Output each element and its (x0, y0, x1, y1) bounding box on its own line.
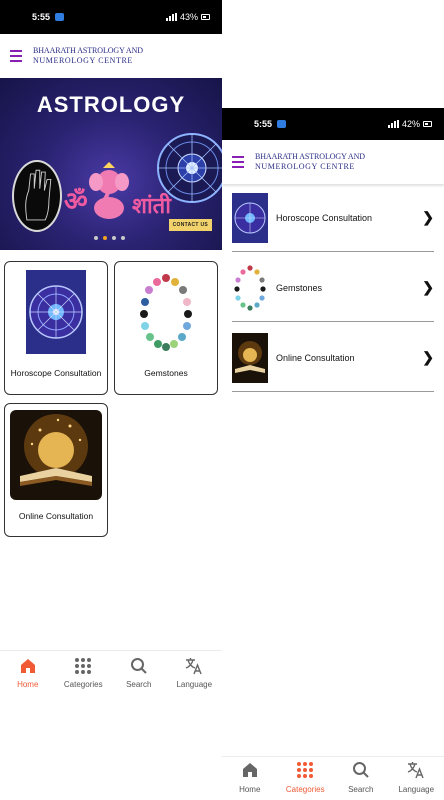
status-bar: 5:55 42% (222, 108, 444, 140)
category-row-label: Gemstones (276, 282, 323, 293)
home-icon (242, 763, 257, 777)
brand-title: BHAARATH ASTROLOGY AND NUMEROLOGY CENTRE (33, 46, 143, 66)
tab-language[interactable]: Language (389, 757, 444, 800)
status-bar: 5:55 43% (0, 0, 222, 34)
horoscope-zodiac-icon (26, 270, 86, 354)
category-card-online-consultation[interactable]: Online Consultation (4, 403, 108, 537)
tab-home[interactable]: Home (222, 757, 278, 800)
carousel-dot[interactable] (94, 236, 98, 240)
screenshot-composite: 5:55 43% BHAARATH ASTROLOGY AND NUMEROLO… (0, 0, 444, 800)
status-indicators: 43% (165, 12, 210, 22)
tab-label: Home (239, 785, 261, 794)
battery-icon (201, 14, 210, 20)
carousel-dot[interactable] (121, 236, 125, 240)
om-symbol: ॐ (64, 186, 88, 216)
category-row-horoscope[interactable]: Horoscope Consultation ❯ (232, 184, 434, 252)
chevron-right-icon: ❯ (422, 209, 434, 225)
shanti-text: शांती (132, 193, 171, 218)
signal-icon (387, 120, 399, 128)
tab-label: Search (348, 785, 374, 794)
chevron-right-icon: ❯ (422, 349, 434, 365)
translate-icon (185, 658, 202, 675)
category-row-label: Online Consultation (276, 352, 355, 363)
palm-image (12, 160, 62, 232)
tab-label: Categories (285, 785, 325, 794)
tab-label: Language (398, 785, 435, 794)
tab-language[interactable]: Language (167, 651, 223, 700)
search-icon (130, 658, 147, 674)
carousel-dot-active[interactable] (103, 236, 107, 240)
battery-icon (423, 121, 432, 127)
banner-title: ASTROLOGY (36, 92, 186, 117)
notification-icon (55, 13, 65, 21)
gemstones-icon (140, 274, 192, 351)
tab-label: Search (126, 680, 152, 689)
signal-icon (165, 13, 177, 21)
home-icon (20, 659, 35, 673)
grid-icon (297, 762, 314, 778)
category-card-horoscope[interactable]: Horoscope Consultation (4, 261, 108, 395)
category-row-online-consultation[interactable]: Online Consultation ❯ (232, 324, 434, 392)
book-icon (232, 332, 268, 383)
tab-search[interactable]: Search (333, 757, 389, 800)
tab-label: Categories (63, 680, 103, 689)
bottom-nav: Home Categories Search Language (0, 650, 222, 700)
category-label: Horoscope Consultation (10, 368, 102, 378)
bottom-nav: Home Categories Search Language (222, 756, 444, 800)
app-header: BHAARATH ASTROLOGY AND NUMEROLOGY CENTRE (0, 34, 222, 78)
category-row-gemstones[interactable]: Gemstones ❯ (232, 254, 434, 322)
tab-search[interactable]: Search (111, 651, 167, 700)
status-indicators: 42% (387, 119, 432, 129)
notification-icon (277, 120, 287, 128)
category-row-label: Horoscope Consultation (276, 212, 373, 223)
battery-percent: 42% (401, 119, 420, 129)
app-header: BHAARATH ASTROLOGY AND NUMEROLOGY CENTRE (222, 140, 444, 184)
grid-icon (75, 658, 92, 674)
horoscope-zodiac-icon (232, 192, 268, 243)
chevron-right-icon: ❯ (422, 279, 434, 295)
status-time: 5:55 (254, 119, 273, 129)
translate-icon (407, 762, 424, 779)
tab-label: Home (17, 680, 39, 689)
menu-icon[interactable] (232, 156, 244, 168)
brand-title-line1: BHAARATH ASTROLOGY AND (33, 46, 143, 55)
battery-percent: 43% (179, 12, 198, 22)
status-time: 5:55 (32, 12, 51, 22)
tab-home[interactable]: Home (0, 651, 56, 700)
category-label: Online Consultation (18, 511, 94, 521)
tab-categories[interactable]: Categories (278, 757, 334, 800)
book-icon (10, 410, 102, 500)
carousel-dot[interactable] (112, 236, 116, 240)
tab-categories[interactable]: Categories (56, 651, 112, 700)
category-label: Gemstones (144, 368, 188, 378)
brand-title: BHAARATH ASTROLOGY AND NUMEROLOGY CENTRE (255, 152, 365, 172)
brand-title-line1: BHAARATH ASTROLOGY AND (255, 152, 365, 161)
search-icon (352, 762, 369, 778)
menu-icon[interactable] (10, 50, 22, 62)
carousel-indicator[interactable] (94, 236, 125, 240)
category-card-gemstones[interactable]: Gemstones (114, 261, 218, 395)
brand-title-line2: NUMEROLOGY CENTRE (255, 162, 355, 171)
tab-label: Language (176, 680, 213, 689)
gemstones-icon (234, 264, 266, 311)
brand-title-line2: NUMEROLOGY CENTRE (33, 56, 133, 65)
categories-screen: 5:55 42% BHAARATH ASTROLOGY AND NUMEROLO… (222, 108, 444, 800)
home-screen: 5:55 43% BHAARATH ASTROLOGY AND NUMEROLO… (0, 0, 222, 800)
contact-us-button[interactable]: CONTACT US (168, 219, 212, 231)
ganesha-image (89, 162, 129, 219)
